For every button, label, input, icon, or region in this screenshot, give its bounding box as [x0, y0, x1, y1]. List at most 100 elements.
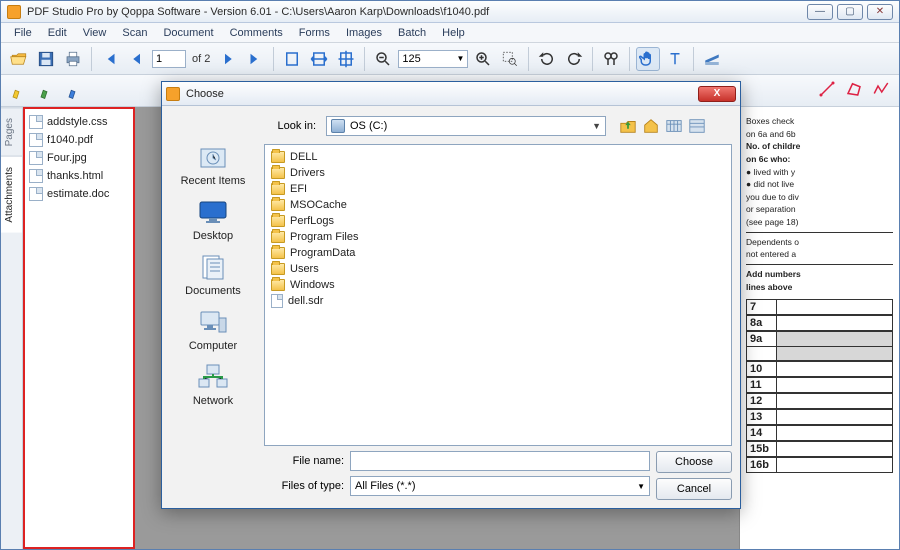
place-desktop[interactable]: Desktop [193, 197, 233, 242]
folder-icon [271, 279, 285, 291]
page-of-label: of 2 [189, 53, 213, 65]
filename-input[interactable] [350, 451, 650, 471]
menubar: File Edit View Scan Document Comments Fo… [1, 23, 899, 43]
new-folder-button[interactable] [664, 116, 684, 136]
filename-label: File name: [264, 455, 344, 467]
zoom-out-button[interactable] [371, 47, 395, 71]
folder-icon [271, 183, 285, 195]
lookin-label: Look in: [264, 120, 320, 132]
lookin-select[interactable]: OS (C:) ▼ [326, 116, 606, 136]
file-icon [29, 115, 43, 129]
list-item[interactable]: dell.sdr [271, 293, 725, 309]
tab-attachments[interactable]: Attachments [1, 156, 22, 233]
menu-images[interactable]: Images [339, 25, 389, 41]
polygon-tool-icon[interactable] [842, 77, 866, 101]
search-button[interactable] [599, 47, 623, 71]
prev-page-button[interactable] [125, 47, 149, 71]
list-item[interactable]: EFI [271, 181, 725, 197]
drive-icon [331, 119, 345, 133]
save-button[interactable] [34, 47, 58, 71]
window-title: PDF Studio Pro by Qoppa Software - Versi… [27, 6, 803, 18]
fit-actual-button[interactable] [280, 47, 304, 71]
tab-pages[interactable]: Pages [1, 107, 22, 156]
table-row: 7 [746, 299, 893, 315]
place-documents[interactable]: Documents [185, 252, 241, 297]
polyline-tool-icon[interactable] [869, 77, 893, 101]
list-item[interactable]: DELL [271, 149, 725, 165]
table-row: 8a [746, 315, 893, 331]
list-item[interactable]: ProgramData [271, 245, 725, 261]
text-select-button[interactable] [663, 47, 687, 71]
file-list[interactable]: DELL Drivers EFI MSOCache PerfLogs Progr… [264, 144, 732, 446]
choose-button[interactable]: Choose [656, 451, 732, 473]
list-item[interactable]: Program Files [271, 229, 725, 245]
folder-icon [271, 167, 285, 179]
open-button[interactable] [7, 47, 31, 71]
next-page-button[interactable] [216, 47, 240, 71]
table-row: 12 [746, 393, 893, 409]
maximize-button[interactable]: ▢ [837, 4, 863, 20]
rotate-ccw-button[interactable] [535, 47, 559, 71]
first-page-button[interactable] [98, 47, 122, 71]
menu-batch[interactable]: Batch [391, 25, 433, 41]
table-row: 10 [746, 361, 893, 377]
pencil-yellow-icon[interactable] [7, 79, 31, 103]
home-button[interactable] [641, 116, 661, 136]
attachment-item[interactable]: addstyle.css [28, 113, 130, 131]
menu-file[interactable]: File [7, 25, 39, 41]
menu-comments[interactable]: Comments [223, 25, 290, 41]
minimize-button[interactable]: — [807, 4, 833, 20]
last-page-button[interactable] [243, 47, 267, 71]
attachment-item[interactable]: estimate.doc [28, 185, 130, 203]
place-recent[interactable]: Recent Items [181, 142, 246, 187]
list-item[interactable]: MSOCache [271, 197, 725, 213]
table-row: 13 [746, 409, 893, 425]
place-computer[interactable]: Computer [189, 307, 237, 352]
fit-page-button[interactable] [334, 47, 358, 71]
table-row: 15b [746, 441, 893, 457]
page-number-input[interactable] [152, 50, 186, 68]
dialog-close-button[interactable]: X [698, 86, 736, 102]
hand-tool-button[interactable] [636, 47, 660, 71]
menu-edit[interactable]: Edit [41, 25, 74, 41]
table-row: 14 [746, 425, 893, 441]
menu-forms[interactable]: Forms [292, 25, 337, 41]
file-icon [29, 169, 43, 183]
zoom-in-button[interactable] [471, 47, 495, 71]
zoom-select[interactable]: 125▼ [398, 50, 468, 68]
line-tool-icon[interactable] [815, 77, 839, 101]
table-row: 9a [746, 331, 893, 347]
view-mode-button[interactable] [687, 116, 707, 136]
place-network[interactable]: Network [193, 362, 233, 407]
scan-button[interactable] [700, 47, 724, 71]
attachment-item[interactable]: thanks.html [28, 167, 130, 185]
file-icon [29, 133, 43, 147]
list-item[interactable]: PerfLogs [271, 213, 725, 229]
main-toolbar: of 2 125▼ [1, 43, 899, 75]
fit-width-button[interactable] [307, 47, 331, 71]
marquee-zoom-button[interactable] [498, 47, 522, 71]
rotate-cw-button[interactable] [562, 47, 586, 71]
close-button[interactable]: ✕ [867, 4, 893, 20]
places-sidebar: Recent Items Desktop Documents Computer … [170, 114, 256, 500]
list-item[interactable]: Users [271, 261, 725, 277]
list-item[interactable]: Drivers [271, 165, 725, 181]
table-row: 16b [746, 457, 893, 473]
app-icon [166, 87, 180, 101]
document-page: Boxes check on 6a and 6b No. of childre … [739, 107, 899, 549]
pencil-blue-icon[interactable] [63, 79, 87, 103]
folder-icon [271, 231, 285, 243]
print-button[interactable] [61, 47, 85, 71]
filetype-select[interactable]: All Files (*.*)▼ [350, 476, 650, 496]
attachment-item[interactable]: Four.jpg [28, 149, 130, 167]
menu-view[interactable]: View [76, 25, 114, 41]
pencil-green-icon[interactable] [35, 79, 59, 103]
cancel-button[interactable]: Cancel [656, 478, 732, 500]
folder-icon [271, 247, 285, 259]
list-item[interactable]: Windows [271, 277, 725, 293]
menu-help[interactable]: Help [435, 25, 472, 41]
menu-scan[interactable]: Scan [115, 25, 154, 41]
menu-document[interactable]: Document [156, 25, 220, 41]
attachment-item[interactable]: f1040.pdf [28, 131, 130, 149]
up-folder-button[interactable] [618, 116, 638, 136]
